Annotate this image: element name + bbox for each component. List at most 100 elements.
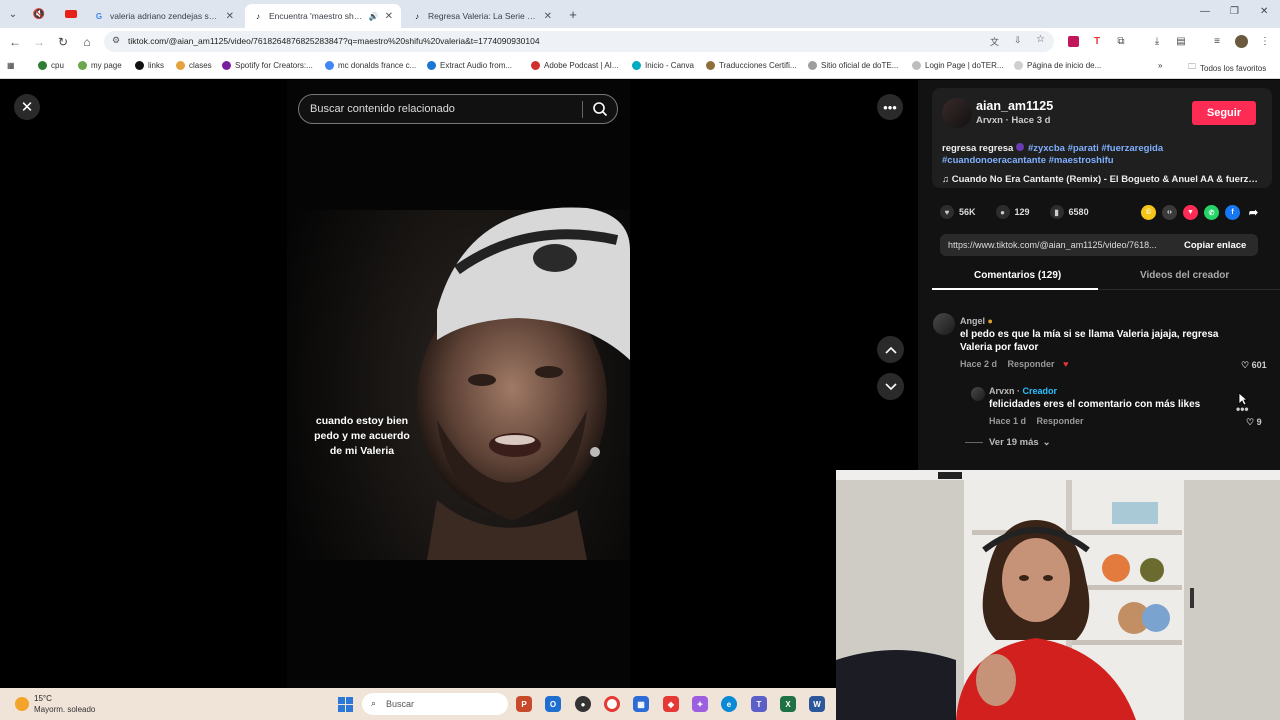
more-options-icon[interactable]: ••• <box>877 94 903 120</box>
restore-button[interactable]: ❐ <box>1230 6 1239 17</box>
tab-creator-videos[interactable]: Videos del creador <box>1140 270 1229 281</box>
search-icon[interactable] <box>592 101 608 117</box>
coin-icon[interactable]: © <box>1141 205 1156 220</box>
bookmark-item[interactable]: cpu <box>38 61 64 70</box>
home-icon[interactable]: ⌂ <box>78 33 96 51</box>
related-search-bar[interactable]: Buscar contenido relacionado <box>298 94 618 124</box>
speaker-icon[interactable]: 🔊 <box>369 12 379 21</box>
music-link[interactable]: ♫ Cuando No Era Cantante (Remix) - El Bo… <box>942 174 1260 185</box>
forward-icon[interactable]: → <box>30 33 48 51</box>
minimize-button[interactable]: — <box>1200 6 1210 17</box>
reply-button[interactable]: Responder <box>1008 359 1055 369</box>
tab-google-search[interactable]: G valeria adriano zendejas shifu - ✕ <box>86 4 242 28</box>
tab-comments[interactable]: Comentarios (129) <box>974 270 1061 281</box>
youtube-tab-icon[interactable] <box>62 5 80 23</box>
reply-author[interactable]: Arvxn · Creador <box>989 386 1057 396</box>
extensions-puzzle-icon[interactable]: ⧉ <box>1114 34 1128 48</box>
previous-video-button[interactable] <box>877 336 904 363</box>
extension-icon[interactable] <box>1066 34 1080 48</box>
teams-icon[interactable]: T <box>751 696 767 712</box>
bookmark-item[interactable]: my page <box>78 61 122 70</box>
video-player[interactable]: cuando estoy bien pedo y me acuerdo de m… <box>287 80 630 688</box>
edge-icon[interactable]: e <box>721 696 737 712</box>
comment-icon[interactable]: ● <box>995 205 1010 219</box>
video-link[interactable]: https://www.tiktok.com/@aian_am1125/vide… <box>948 240 1173 250</box>
whatsapp-icon[interactable]: ✆ <box>1204 205 1219 220</box>
translate-icon[interactable]: 文 <box>990 35 999 48</box>
copilot-icon[interactable]: ✦ <box>692 696 708 712</box>
new-tab-button[interactable]: + <box>564 5 582 23</box>
follow-button[interactable]: Seguir <box>1192 101 1256 125</box>
bookmark-star-icon[interactable]: ☆ <box>1036 34 1045 45</box>
weather-desc[interactable]: Mayorm. soleado <box>34 705 95 714</box>
menu-icon[interactable]: ⋮ <box>1258 34 1272 48</box>
bookmark-item[interactable]: Inicio - Canva <box>632 61 694 70</box>
tab-regresa-valeria[interactable]: ♪ Regresa Valeria: La Serie con Ad ✕ <box>404 4 560 28</box>
profile-avatar[interactable] <box>1234 34 1248 48</box>
omnibox[interactable]: ⚙ tiktok.com/@aian_am1125/video/76182648… <box>104 31 1054 52</box>
next-video-button[interactable] <box>877 373 904 400</box>
bookmark-item[interactable]: mc donalds france c... <box>325 61 416 70</box>
extension-tp-icon[interactable]: T <box>1090 34 1104 48</box>
comment-meta: Hace 2 d Responder ♥ <box>960 359 1068 369</box>
view-more-replies[interactable]: Ver 19 más ⌄ <box>965 437 1051 448</box>
close-video-button[interactable]: ✕ <box>14 94 40 120</box>
close-tab-icon[interactable]: ✕ <box>385 11 393 22</box>
downloads-icon[interactable]: ⤓ <box>1150 34 1164 48</box>
bookmark-item[interactable]: Sitio oficial de doTE... <box>808 61 898 70</box>
reply-like[interactable]: ♡ 9 <box>1246 417 1262 428</box>
close-tab-icon[interactable]: ✕ <box>226 11 234 22</box>
excel-icon[interactable]: X <box>780 696 796 712</box>
muted-tab-icon[interactable]: 🔇 <box>30 5 48 23</box>
bookmark-item[interactable]: Extract Audio from... <box>427 61 512 70</box>
weather-sun-icon[interactable] <box>15 697 29 711</box>
powerpoint-icon[interactable]: P <box>516 696 532 712</box>
avatar[interactable] <box>971 387 985 401</box>
chrome-icon[interactable] <box>604 696 620 712</box>
app-icon[interactable]: ◆ <box>663 696 679 712</box>
outlook-icon[interactable]: O <box>545 696 561 712</box>
reload-icon[interactable]: ↻ <box>54 33 72 51</box>
back-icon[interactable]: ← <box>6 33 24 51</box>
tab-list-icon[interactable]: ≡ <box>1210 34 1224 48</box>
reply-button[interactable]: Responder <box>1037 416 1084 426</box>
comment-author[interactable]: Angel ● <box>960 316 993 326</box>
bookmark-icon[interactable]: ▮ <box>1049 205 1064 219</box>
more-bookmarks-icon[interactable]: » <box>1158 61 1162 70</box>
bookmark-item[interactable]: links <box>135 61 164 70</box>
bookmark-item[interactable]: clases <box>176 61 212 70</box>
bookmark-item[interactable]: Traducciones Certifi... <box>706 61 797 70</box>
obs-icon[interactable]: ● <box>575 696 591 712</box>
hashtags[interactable]: #cuandonoeracantante #maestroshifu <box>942 155 1114 166</box>
hashtags[interactable]: #zyxcba #parati #fuerzaregida <box>1028 143 1163 154</box>
bookmark-item[interactable]: Spotify for Creators:... <box>222 61 313 70</box>
install-icon[interactable]: ⇩ <box>1014 35 1022 46</box>
taskbar-search[interactable]: ⌕ Buscar <box>362 693 508 715</box>
close-tab-icon[interactable]: ✕ <box>544 11 552 22</box>
apps-grid-icon[interactable]: ▦ <box>7 61 15 70</box>
bookmark-item[interactable]: Página de inicio de... <box>1014 61 1101 70</box>
tab-search-icon[interactable]: ⌄ <box>4 5 22 23</box>
facebook-icon[interactable]: f <box>1225 205 1240 220</box>
comment-like[interactable]: ♡ 601 <box>1241 360 1267 371</box>
copy-link-button[interactable]: Copiar enlace <box>1184 240 1246 251</box>
all-favorites-folder[interactable]: 🗀 Todos los favoritos <box>1188 61 1266 75</box>
send-icon[interactable]: ▼ <box>1183 205 1198 220</box>
word-icon[interactable]: W <box>809 696 825 712</box>
like-heart-icon[interactable]: ♥ <box>940 205 954 219</box>
embed-icon[interactable]: ‹› <box>1162 205 1177 220</box>
store-icon[interactable]: ▦ <box>633 696 649 712</box>
avatar[interactable] <box>942 98 972 128</box>
weather-temp[interactable]: 15°C <box>34 694 52 703</box>
url-text[interactable]: tiktok.com/@aian_am1125/video/7618264876… <box>128 36 540 46</box>
site-info-icon[interactable]: ⚙ <box>112 35 120 46</box>
start-button[interactable] <box>338 697 353 712</box>
bookmark-item[interactable]: Adobe Podcast | AI... <box>531 61 619 70</box>
share-arrow-icon[interactable]: ➦ <box>1246 205 1261 220</box>
tab-tiktok-search[interactable]: ♪ Encuentra 'maestro shifu va 🔊 ✕ <box>245 4 401 28</box>
close-window-button[interactable]: ✕ <box>1260 6 1268 17</box>
side-panel-icon[interactable]: ▤ <box>1174 34 1188 48</box>
avatar[interactable] <box>933 313 955 335</box>
author-username[interactable]: aian_am1125 <box>976 99 1053 113</box>
bookmark-item[interactable]: Login Page | doTER... <box>912 61 1004 70</box>
